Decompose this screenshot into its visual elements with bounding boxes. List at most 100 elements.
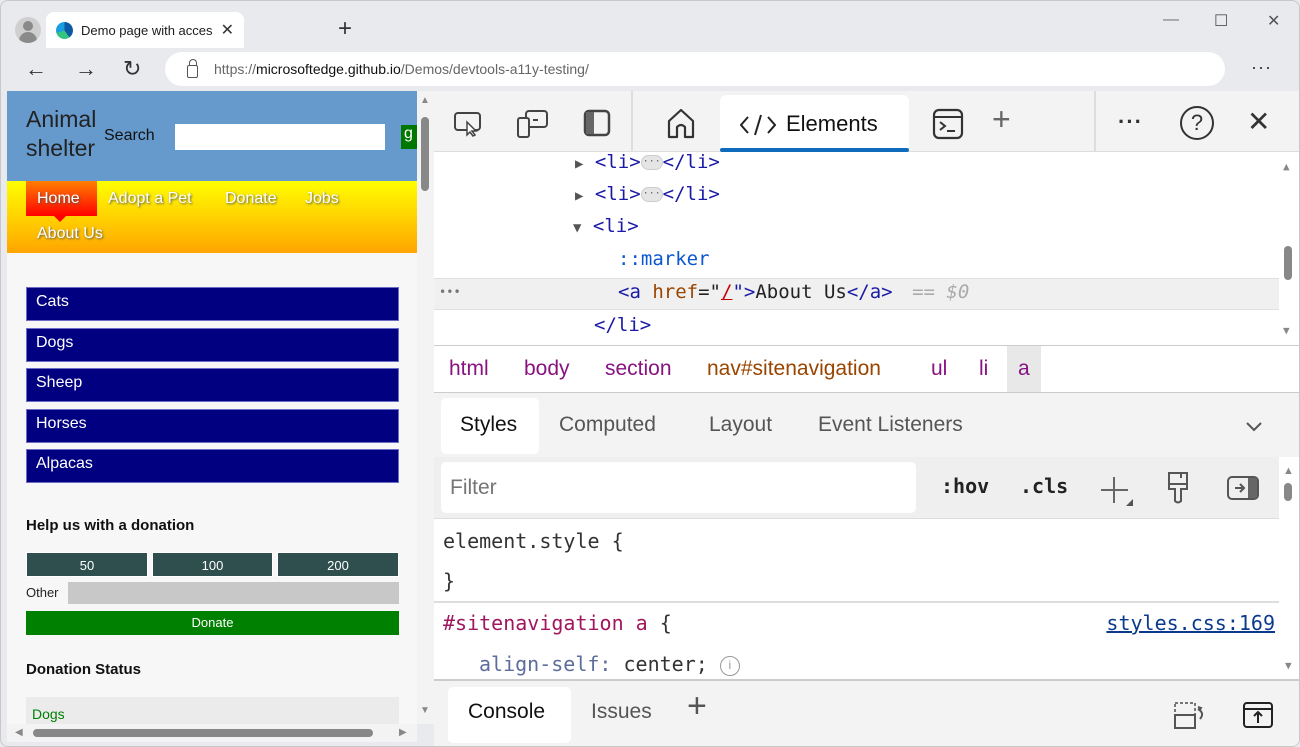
breadcrumb-section[interactable]: section (605, 357, 672, 381)
hover-state-toggle[interactable]: :hov (941, 474, 989, 498)
nav-donate[interactable]: Donate (225, 190, 277, 208)
inspect-element-icon[interactable] (454, 111, 484, 137)
page-hscroll-thumb[interactable] (33, 729, 373, 737)
search-go-button[interactable]: g (401, 125, 417, 149)
scroll-left-arrow-icon[interactable]: ◀ (15, 727, 23, 738)
tab-close-icon[interactable]: ✕ (221, 20, 234, 40)
browser-tab[interactable]: Demo page with accessibility issues ✕ (46, 12, 244, 48)
breadcrumb-body[interactable]: body (524, 357, 570, 381)
scroll-up-arrow-icon[interactable]: ▲ (420, 95, 430, 106)
element-style-close: } (443, 569, 456, 593)
dom-node-li-collapsed[interactable]: ▶ <li> ··· </li> (575, 178, 720, 210)
breadcrumb-li[interactable]: li (979, 357, 988, 381)
amount-50-button[interactable]: 50 (26, 552, 148, 577)
chevron-down-icon[interactable] (1245, 421, 1263, 433)
close-window-button[interactable]: ✕ (1267, 11, 1280, 31)
css-property-name[interactable]: align-self (479, 652, 599, 676)
collapsed-ellipsis[interactable]: ··· (640, 155, 663, 170)
href-attr-value[interactable]: / (721, 281, 732, 303)
animal-link-cats[interactable]: Cats (26, 287, 399, 321)
css-property-value[interactable]: center; (611, 652, 708, 676)
expand-arrow-icon[interactable]: ▶ (575, 188, 583, 204)
tab-issues[interactable]: Issues (591, 700, 652, 724)
scroll-down-arrow-icon[interactable]: ▼ (420, 705, 430, 716)
search-input[interactable] (175, 124, 385, 150)
nav-adopt-a-pet[interactable]: Adopt a Pet (108, 190, 192, 208)
source-link[interactable]: styles.css:169 (1106, 611, 1275, 635)
maximize-button[interactable]: ☐ (1214, 11, 1228, 31)
other-amount-input[interactable] (68, 582, 399, 604)
tab-computed[interactable]: Computed (559, 413, 656, 437)
computed-sidebar-toggle-icon[interactable] (1226, 475, 1260, 501)
url-text: https://microsoftedge.github.io/Demos/de… (214, 61, 589, 77)
rule-selector[interactable]: #sitenavigation a (443, 611, 648, 635)
tab-styles[interactable]: Styles (460, 413, 517, 437)
rule-sitenavigation-a[interactable]: #sitenavigation a { (443, 611, 672, 635)
dom-marker-pseudo[interactable]: ::marker (618, 243, 710, 275)
dom-node-a-selected[interactable]: <a href="/">About Us</a> == $0 (618, 276, 969, 308)
breadcrumb-a[interactable]: a (1018, 357, 1030, 381)
css-declaration[interactable]: align-self: center; i (479, 652, 740, 676)
breadcrumb-nav[interactable]: nav#sitenavigation (707, 357, 881, 381)
styles-scroll-down-icon[interactable]: ▼ (1285, 659, 1292, 672)
styles-filter-input[interactable] (441, 462, 916, 513)
nav-home[interactable]: Home (37, 190, 80, 208)
page-vertical-scrollbar[interactable]: ▲ ▼ (417, 91, 434, 724)
dock-drawer-icon[interactable] (1173, 701, 1207, 731)
dom-scroll-down-icon[interactable]: ▼ (1283, 324, 1290, 337)
scroll-right-arrow-icon[interactable]: ▶ (399, 727, 407, 738)
minimize-button[interactable]: — (1163, 11, 1179, 29)
tab-event-listeners[interactable]: Event Listeners (818, 413, 963, 437)
expand-arrow-icon[interactable]: ▶ (575, 156, 583, 172)
amount-200-button[interactable]: 200 (277, 552, 399, 577)
console-icon[interactable] (932, 108, 964, 140)
breadcrumb-html[interactable]: html (449, 357, 489, 381)
animal-link-alpacas[interactable]: Alpacas (26, 449, 399, 483)
element-style-open[interactable]: element.style { (443, 529, 624, 553)
tab-layout[interactable]: Layout (709, 413, 772, 437)
breadcrumb-ul[interactable]: ul (931, 357, 947, 381)
home-icon[interactable] (666, 107, 696, 139)
toggle-sidebar-icon[interactable] (583, 109, 611, 137)
tab-elements[interactable]: Elements (720, 95, 909, 152)
animal-link-horses[interactable]: Horses (26, 409, 399, 443)
paint-brush-icon[interactable] (1167, 471, 1189, 505)
browser-menu-button[interactable]: ··· (1251, 57, 1272, 78)
refresh-button[interactable]: ↻ (123, 56, 141, 82)
back-button[interactable]: ← (25, 56, 47, 82)
page-vscroll-thumb[interactable] (421, 117, 429, 191)
donate-button[interactable]: Donate (26, 611, 399, 635)
collapsed-ellipsis[interactable]: ··· (640, 187, 663, 202)
address-bar[interactable]: https://microsoftedge.github.io/Demos/de… (165, 52, 1225, 86)
page-horizontal-scrollbar[interactable]: ◀ ▶ (7, 724, 417, 742)
forward-button[interactable]: → (75, 56, 97, 82)
help-button[interactable]: ? (1180, 106, 1214, 140)
dom-node-li-collapsed[interactable]: ▶ <li> ··· </li> (575, 146, 720, 178)
node-actions-dots[interactable]: ••• (439, 276, 461, 308)
dom-li-close[interactable]: </li> (594, 309, 651, 341)
animal-link-dogs[interactable]: Dogs (26, 328, 399, 362)
collapse-arrow-icon[interactable]: ▼ (573, 220, 581, 236)
nav-about-us[interactable]: About Us (37, 225, 103, 243)
new-style-rule-icon[interactable] (1100, 475, 1134, 507)
new-tab-button[interactable]: + (338, 15, 352, 43)
profile-avatar-icon[interactable] (15, 17, 41, 43)
expand-drawer-icon[interactable] (1242, 701, 1274, 729)
amount-100-button[interactable]: 100 (152, 552, 273, 577)
animal-link-sheep[interactable]: Sheep (26, 368, 399, 402)
dom-scroll-up-icon[interactable]: ▲ (1283, 160, 1290, 173)
tab-console[interactable]: Console (468, 700, 545, 724)
device-emulation-icon[interactable] (517, 109, 549, 139)
class-toggle[interactable]: .cls (1020, 474, 1068, 498)
close-devtools-button[interactable]: ✕ (1247, 105, 1270, 138)
more-tools-add-button[interactable]: + (992, 101, 1011, 138)
nav-jobs[interactable]: Jobs (305, 190, 339, 208)
dom-node-li-expanded[interactable]: ▼ <li> (573, 210, 639, 242)
info-icon[interactable]: i (719, 655, 740, 676)
styles-scroll-up-icon[interactable]: ▲ (1283, 465, 1294, 477)
styles-scroll-thumb[interactable] (1284, 483, 1292, 501)
drawer-add-tab-button[interactable]: + (687, 687, 707, 726)
customize-menu-button[interactable]: ··· (1118, 109, 1143, 135)
a-open-end: "> (732, 281, 756, 303)
dom-scroll-thumb[interactable] (1284, 246, 1292, 280)
